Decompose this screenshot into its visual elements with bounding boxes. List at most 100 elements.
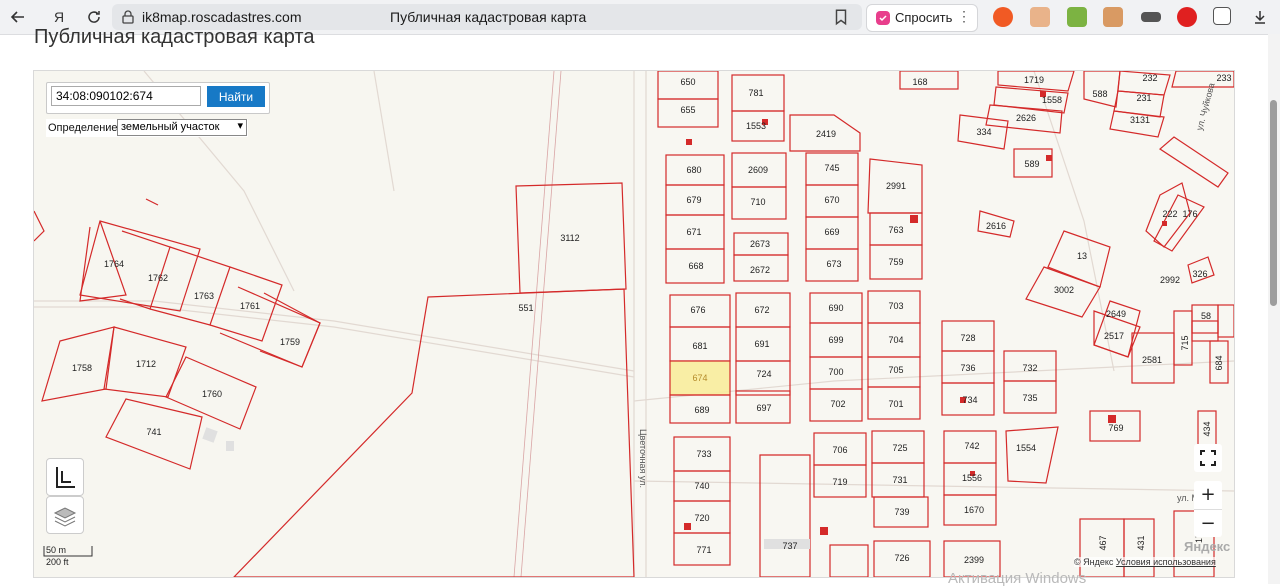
zoom-in-button[interactable]: + [1194,481,1222,509]
parcel-label[interactable]: 691 [754,339,769,349]
parcel-label[interactable]: 671 [686,227,701,237]
ask-more-icon[interactable]: ⋮ [957,8,971,25]
parcel-label[interactable]: 700 [828,367,843,377]
parcel-label[interactable]: 670 [824,195,839,205]
parcel-label[interactable]: 326 [1192,269,1207,279]
parcel-label[interactable]: 759 [888,257,903,267]
parcel-label[interactable]: 702 [830,399,845,409]
definition-select[interactable]: земельный участок ▾ [117,119,247,136]
parcel-label[interactable]: 736 [960,363,975,373]
parcel-label[interactable]: 763 [888,225,903,235]
parcel-label[interactable]: 2517 [1104,331,1124,341]
parcel-label[interactable]: 703 [888,301,903,311]
parcel-label[interactable]: 1758 [72,363,92,373]
parcel-label[interactable]: 3002 [1054,285,1074,295]
parcel-label[interactable]: 655 [680,105,695,115]
scrollbar-thumb[interactable] [1270,100,1277,306]
parcel-label[interactable]: 2626 [1016,113,1036,123]
parcel-label[interactable]: 334 [976,127,991,137]
parcel-label[interactable]: 1712 [136,359,156,369]
parcel-label[interactable]: 2581 [1142,355,1162,365]
parcel-label[interactable]: 2673 [750,239,770,249]
parcel-label[interactable]: 668 [688,261,703,271]
parcel-label[interactable]: 740 [694,481,709,491]
parcel-label[interactable]: 745 [824,163,839,173]
parcel-label[interactable]: 739 [894,507,909,517]
parcel-label[interactable]: 1553 [746,121,766,131]
back-button[interactable] [6,5,30,29]
zoom-out-button[interactable]: − [1194,509,1222,538]
parcel-label[interactable]: 771 [696,545,711,555]
parcel-label[interactable]: 2399 [964,555,984,565]
parcel-label[interactable]: 731 [892,475,907,485]
parcel-label[interactable]: 2649 [1106,309,1126,319]
extension-avatar-icon[interactable] [1030,7,1050,27]
parcel-label[interactable]: 676 [690,305,705,315]
cadastral-number-input[interactable] [51,86,201,106]
site-info-icon[interactable] [120,9,136,25]
parcel-label[interactable]: 681 [692,341,707,351]
parcel-label[interactable]: 734 [962,395,977,405]
parcel-label[interactable]: 674 [692,373,707,383]
parcel-label[interactable]: 1558 [1042,95,1062,105]
parcel-label[interactable]: 725 [892,443,907,453]
parcel-label[interactable]: 781 [748,88,763,98]
parcel-label[interactable]: 697 [756,403,771,413]
extension-b-icon[interactable] [993,7,1013,27]
parcel-label[interactable]: 690 [828,303,843,313]
parcel-label[interactable]: 728 [960,333,975,343]
extension-hat-icon[interactable] [1141,12,1161,22]
extension-adblock-icon[interactable] [1177,7,1197,27]
parcel-label[interactable]: 735 [1022,393,1037,403]
fullscreen-button[interactable] [1194,444,1222,472]
parcel-label[interactable]: 2609 [748,165,768,175]
parcel-label[interactable]: 689 [694,405,709,415]
parcel-label[interactable]: 431 [1136,535,1146,550]
parcel-label[interactable]: 680 [686,165,701,175]
parcel-label[interactable]: 3112 [560,233,579,243]
parcel-label[interactable]: 710 [750,197,765,207]
parcel-label[interactable]: 231 [1136,93,1151,103]
ruler-button[interactable] [46,458,84,496]
parcel-label[interactable]: 726 [894,553,909,563]
page-scrollbar[interactable] [1268,34,1280,584]
parcel-label[interactable]: 715 [1180,335,1190,350]
cadastral-map[interactable]: Цветочная ул. ул. Чуйкова ул. М 650 655 … [33,70,1235,578]
parcel-label[interactable]: 588 [1092,89,1107,99]
parcel-label[interactable]: 679 [686,195,701,205]
parcel-label[interactable]: 2991 [886,181,906,191]
map-canvas[interactable]: Цветочная ул. ул. Чуйкова ул. М 650 655 … [34,71,1234,577]
parcel-label[interactable]: 650 [680,77,695,87]
extension-frog-icon[interactable] [1067,7,1087,27]
parcel-label[interactable]: 720 [694,513,709,523]
parcel-label[interactable]: 1764 [104,259,124,269]
parcel-label[interactable]: 1761 [240,301,260,311]
parcel-label[interactable]: 2419 [816,129,836,139]
parcel-label[interactable]: 1554 [1016,443,1036,453]
parcel-label[interactable]: 589 [1024,159,1039,169]
parcel-label[interactable]: 733 [696,449,711,459]
parcel-label[interactable]: 3131 [1130,115,1150,125]
parcel-label[interactable]: 719 [832,477,847,487]
url-text[interactable]: ik8map.roscadastres.com [142,9,302,25]
parcel-label[interactable]: 2992 [1160,275,1180,285]
parcel-label[interactable]: 13 [1077,251,1087,261]
parcel-label[interactable]: 684 [1214,355,1224,370]
parcel-label[interactable]: 1760 [202,389,222,399]
parcel-label[interactable]: 168 [912,77,927,87]
parcel-label[interactable]: 704 [888,335,903,345]
parcel-label[interactable]: 176 [1182,209,1197,219]
parcel-label[interactable]: 1556 [962,473,982,483]
parcel-label[interactable]: 724 [756,369,771,379]
parcel-label[interactable]: 741 [146,427,161,437]
extensions-puzzle-icon[interactable] [1213,7,1231,25]
parcel-label[interactable]: 1763 [194,291,214,301]
parcel-label[interactable]: 669 [824,227,839,237]
terms-link[interactable]: Условия использования [1116,557,1216,567]
parcel-label[interactable]: 233 [1216,73,1231,83]
parcel-label[interactable]: 769 [1108,423,1123,433]
parcel-label[interactable]: 732 [1022,363,1037,373]
parcel-label[interactable]: 1719 [1024,75,1044,85]
layers-button[interactable] [46,496,84,534]
parcel-label[interactable]: 701 [888,399,903,409]
